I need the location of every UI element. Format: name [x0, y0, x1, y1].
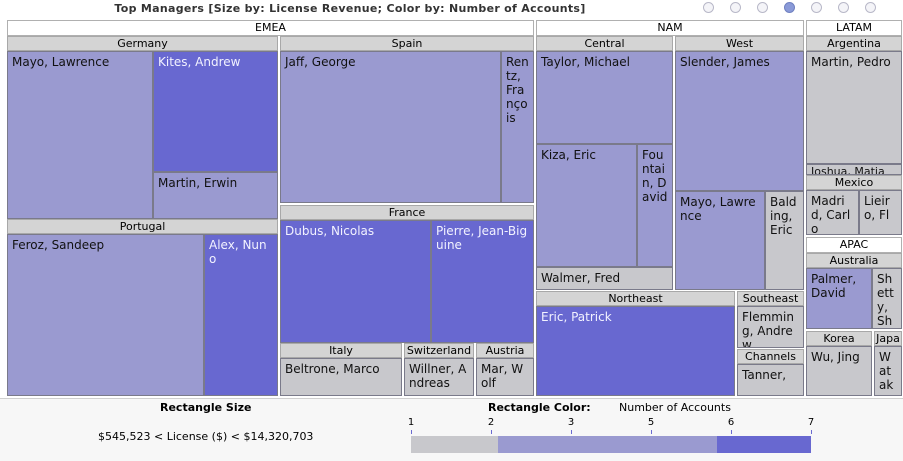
- country-header: Southeast: [737, 291, 804, 306]
- manager-cell[interactable]: Rentz, François: [501, 51, 534, 203]
- country-header: West: [675, 36, 804, 51]
- manager-cell[interactable]: Lieiro, Fl: [859, 190, 902, 235]
- manager-cell[interactable]: Palmer, David: [806, 268, 872, 329]
- manager-cell[interactable]: Balding, Eric: [765, 191, 804, 290]
- size-legend-range: $545,523 < License ($) < $14,320,703: [98, 430, 314, 443]
- manager-cell[interactable]: Wu, Jing: [806, 346, 872, 396]
- manager-cell[interactable]: Flemming, Andrew: [737, 306, 804, 348]
- color-scale-tick-label: 1: [407, 417, 415, 428]
- country-header: Northeast: [536, 291, 735, 306]
- country-header: Austria: [476, 343, 534, 358]
- manager-cell[interactable]: Madrid, Carlo: [806, 190, 859, 235]
- region-header: APAC: [806, 237, 902, 253]
- country-header: Korea: [806, 331, 872, 346]
- country-header: France: [280, 205, 534, 220]
- country-header: Spain: [280, 36, 534, 51]
- color-scale-tick-mark: [571, 430, 572, 434]
- color-legend-title: Rectangle Color:: [488, 401, 591, 414]
- country-header: Channels: [737, 349, 804, 364]
- country-header: Switzerland: [404, 343, 474, 358]
- region-header: EMEA: [7, 20, 534, 36]
- manager-cell[interactable]: Joshua, Matia: [806, 164, 902, 175]
- color-scale-tick-label: 3: [567, 417, 575, 428]
- color-scale-tick-label: 2: [487, 417, 495, 428]
- color-bar-high: [717, 436, 811, 453]
- manager-cell[interactable]: Dubus, Nicolas: [280, 220, 431, 343]
- color-scale-tick-mark: [651, 430, 652, 434]
- manager-cell[interactable]: Mar, Wolf: [476, 358, 534, 396]
- color-bar-low: [411, 436, 498, 453]
- manager-cell[interactable]: Feroz, Sandeep: [7, 234, 204, 396]
- color-legend-measure: Number of Accounts: [619, 401, 731, 414]
- manager-cell[interactable]: Kites, Andrew: [153, 51, 278, 172]
- legend-panel: Rectangle Size $545,523 < License ($) < …: [0, 398, 903, 461]
- manager-cell[interactable]: Pierre, Jean-Biguine: [431, 220, 534, 343]
- country-header: Central: [536, 36, 673, 51]
- size-legend-title: Rectangle Size: [160, 401, 252, 414]
- country-header: Argentina: [806, 36, 902, 51]
- treemap: EMEA NAM LATAM APAC Germany Mayo, Lawrence Kit…: [0, 0, 903, 400]
- country-header: Portugal: [7, 219, 278, 234]
- manager-cell[interactable]: Shetty, Sh: [872, 268, 902, 329]
- country-header: Mexico: [806, 175, 902, 190]
- color-scale-tick-label: 7: [807, 417, 815, 428]
- region-header: NAM: [536, 20, 804, 36]
- country-header: Italy: [280, 343, 402, 358]
- color-scale-tick-label: 6: [727, 417, 735, 428]
- manager-cell[interactable]: Slender, James: [675, 51, 804, 191]
- color-scale-tick-label: 5: [647, 417, 655, 428]
- manager-cell[interactable]: Eric, Patrick: [536, 306, 735, 396]
- color-scale-tick-mark: [491, 430, 492, 434]
- manager-cell[interactable]: Kiza, Eric: [536, 144, 637, 267]
- manager-cell[interactable]: Tanner,: [737, 364, 804, 396]
- color-scale-tick-mark: [731, 430, 732, 434]
- color-scale-tick-mark: [811, 430, 812, 434]
- manager-cell[interactable]: Martin, Pedro: [806, 51, 902, 164]
- manager-cell[interactable]: Watak: [874, 346, 902, 396]
- manager-cell[interactable]: Beltrone, Marco: [280, 358, 402, 396]
- manager-cell[interactable]: Fountain, David: [637, 144, 673, 267]
- country-header: Germany: [7, 36, 278, 51]
- manager-cell[interactable]: Jaff, George: [280, 51, 501, 203]
- manager-cell[interactable]: Mayo, Lawrence: [675, 191, 765, 290]
- manager-cell[interactable]: Taylor, Michael: [536, 51, 673, 144]
- color-scale-tick-mark: [411, 430, 412, 434]
- color-bar-mid: [498, 436, 717, 453]
- manager-cell[interactable]: Alex, Nuno: [204, 234, 278, 396]
- manager-cell[interactable]: Mayo, Lawrence: [7, 51, 153, 219]
- country-header: Australia: [806, 253, 902, 268]
- manager-cell[interactable]: Martin, Erwin: [153, 172, 278, 219]
- country-header: Japa: [874, 331, 902, 346]
- manager-cell[interactable]: Walmer, Fred: [536, 267, 673, 290]
- region-header: LATAM: [806, 20, 902, 36]
- manager-cell[interactable]: Willner, Andreas: [404, 358, 474, 396]
